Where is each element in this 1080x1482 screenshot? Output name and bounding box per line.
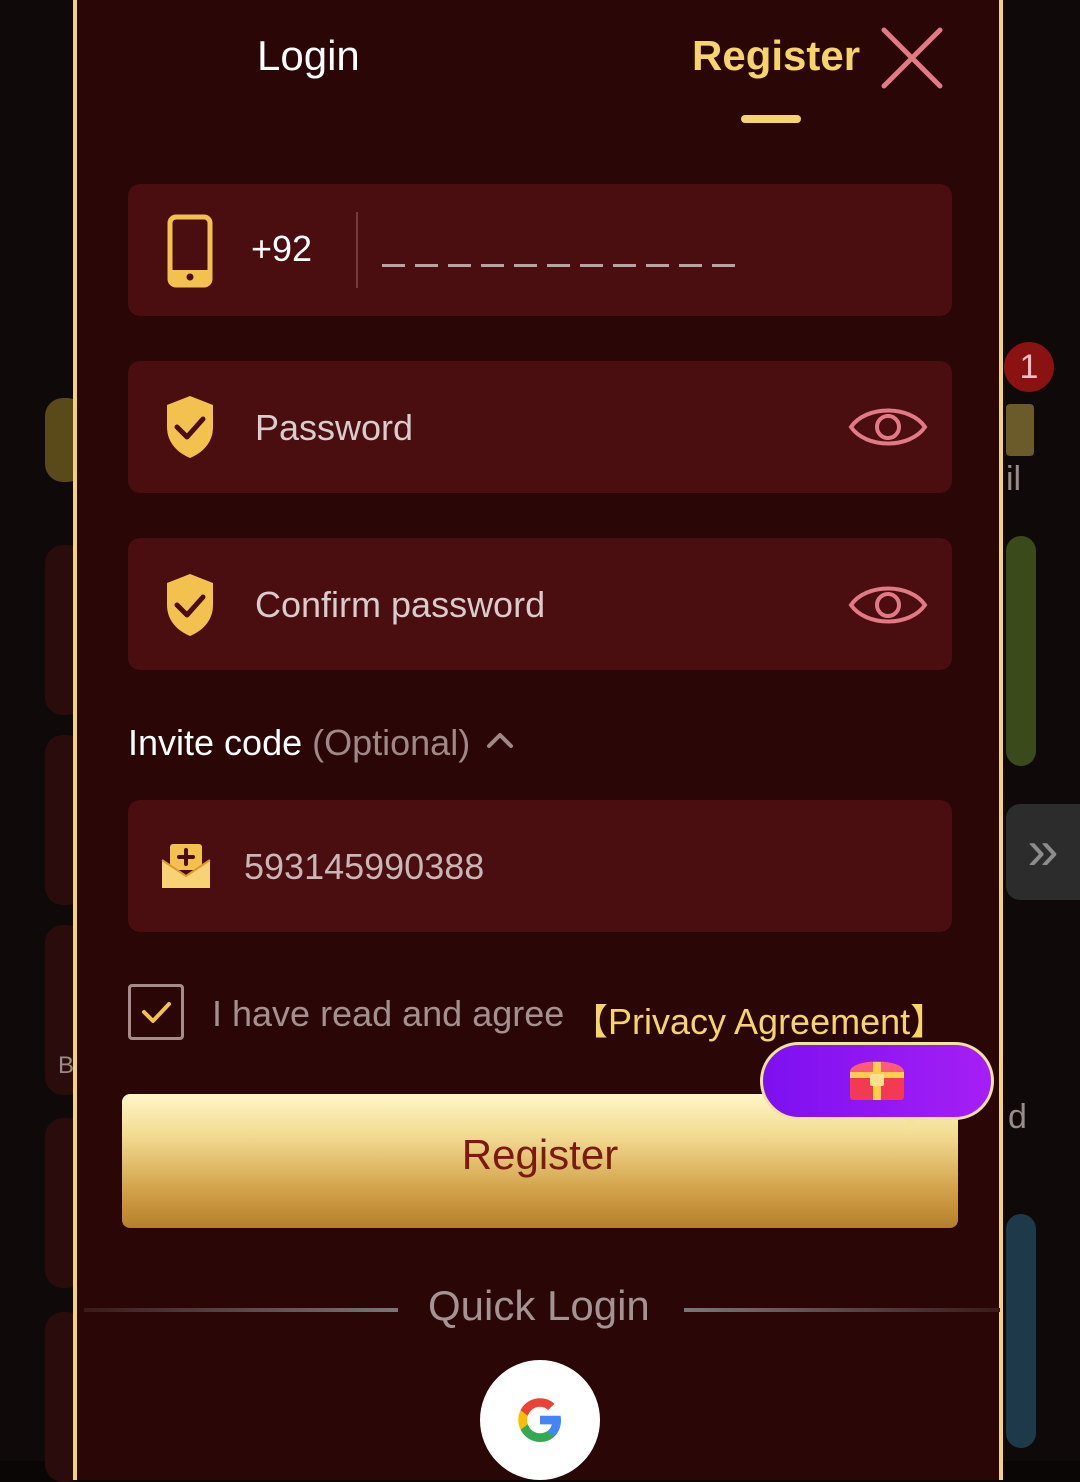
tab-active-indicator xyxy=(741,115,801,123)
notification-badge: 1 xyxy=(1004,342,1054,392)
close-icon xyxy=(881,27,943,89)
invite-code-label: Invite code xyxy=(128,722,303,763)
shield-check-icon xyxy=(167,574,213,636)
divider-line xyxy=(84,1308,398,1312)
phone-number-input[interactable] xyxy=(380,226,944,276)
tab-register[interactable]: Register xyxy=(692,32,860,80)
close-button[interactable] xyxy=(878,24,946,92)
side-expand-button[interactable]: » xyxy=(1006,804,1080,900)
background-card xyxy=(1006,1214,1036,1448)
treasure-chest-icon[interactable] xyxy=(846,1052,908,1104)
password-field[interactable]: Password xyxy=(128,361,952,493)
quick-login-label: Quick Login xyxy=(428,1282,650,1329)
background-text: B xyxy=(58,1052,75,1079)
phone-mask-dashes xyxy=(382,264,735,267)
quick-login-divider: Quick Login xyxy=(84,1282,1000,1338)
background-text: il xyxy=(1006,460,1022,498)
checkmark-icon xyxy=(142,1002,171,1023)
background-card xyxy=(1006,536,1036,766)
phone-field[interactable]: +92 xyxy=(128,184,952,316)
privacy-agreement-link[interactable]: 【Privacy Agreement】 xyxy=(572,993,946,1045)
tab-login[interactable]: Login xyxy=(257,32,360,80)
eye-icon[interactable] xyxy=(848,399,928,455)
invite-code-toggle[interactable]: Invite code (Optional) xyxy=(128,722,514,764)
background-text: d xyxy=(1008,1098,1027,1136)
google-login-button[interactable] xyxy=(480,1360,600,1480)
password-placeholder[interactable]: Password xyxy=(255,407,413,449)
invite-code-value[interactable]: 593145990388 xyxy=(244,846,484,888)
eye-icon[interactable] xyxy=(848,577,928,633)
shield-check-icon xyxy=(167,396,213,458)
invite-code-field[interactable]: 593145990388 xyxy=(128,800,952,932)
confirm-password-placeholder[interactable]: Confirm password xyxy=(255,584,545,626)
google-icon xyxy=(518,1398,561,1442)
phone-icon xyxy=(167,214,213,288)
invite-envelope-icon xyxy=(161,844,211,888)
agreement-checkbox[interactable] xyxy=(128,984,184,1040)
background-card xyxy=(1006,404,1034,456)
confirm-password-field[interactable]: Confirm password xyxy=(128,538,952,670)
invite-optional-label: (Optional) xyxy=(312,722,471,763)
divider xyxy=(356,212,358,288)
agreement-text: I have read and agree xyxy=(212,993,565,1034)
country-code[interactable]: +92 xyxy=(251,228,312,270)
chevron-up-icon xyxy=(487,733,514,748)
divider-line xyxy=(684,1308,1000,1312)
